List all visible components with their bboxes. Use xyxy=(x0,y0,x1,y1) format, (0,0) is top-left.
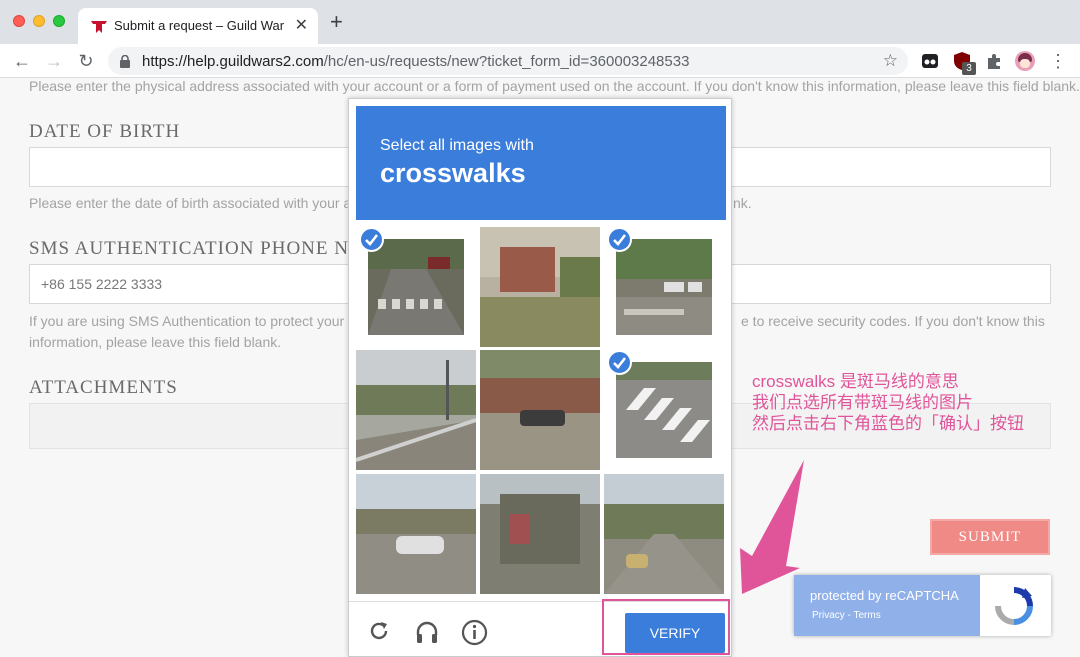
annotation-line-3: 然后点击右下角蓝色的「确认」按钮 xyxy=(752,414,1024,433)
captcha-target: crosswalks xyxy=(380,158,526,188)
url-host: https://help.guildwars2.com xyxy=(142,53,324,70)
back-icon[interactable]: ← xyxy=(10,49,34,73)
road-car-image xyxy=(356,474,476,594)
browser-toolbar: ← → ↻ https://help.guildwars2.com/hc/en-… xyxy=(0,44,1080,78)
recaptcha-badge-links[interactable]: Privacy - Terms xyxy=(812,610,881,621)
selected-check-icon xyxy=(359,227,384,252)
captcha-header: Select all images with crosswalks xyxy=(356,106,726,220)
sms-help-text-line2: information, please leave this field bla… xyxy=(29,334,282,350)
menu-icon[interactable]: ⋮ xyxy=(1046,49,1070,73)
plaza-image xyxy=(480,227,600,347)
captcha-instruction: Select all images with xyxy=(380,137,534,154)
reload-icon[interactable]: ↻ xyxy=(74,49,98,73)
annotation-line-1: crosswalks 是斑马线的意思 xyxy=(752,372,959,391)
guildwars-favicon-icon xyxy=(91,21,107,33)
recaptcha-badge[interactable]: protected by reCAPTCHA Privacy - Terms xyxy=(794,575,1051,636)
sms-help-text-right: e to receive security codes. If you don'… xyxy=(741,313,1045,329)
captcha-tile-8[interactable] xyxy=(480,474,600,594)
extension-icon[interactable] xyxy=(920,51,940,71)
lock-icon xyxy=(120,55,130,68)
bookmark-star-icon[interactable]: ☆ xyxy=(883,51,898,71)
sms-phone-label: SMS AUTHENTICATION PHONE N xyxy=(29,238,349,259)
puzzle-extensions-icon[interactable] xyxy=(984,51,1004,71)
extension-badge: 3 xyxy=(962,62,976,75)
storefront-image xyxy=(480,474,600,594)
address-help-text: Please enter the physical address associ… xyxy=(29,78,1080,94)
car-wall-image xyxy=(480,350,600,470)
highway-image xyxy=(604,474,724,594)
browser-titlebar: Submit a request – Guild Wars ✕ + xyxy=(0,0,1080,44)
dob-help-text-left: Please enter the date of birth associate… xyxy=(29,195,359,211)
browser-tab[interactable]: Submit a request – Guild Wars ✕ xyxy=(78,8,318,44)
sms-phone-value: +86 155 2222 3333 xyxy=(41,276,163,292)
selected-check-icon xyxy=(607,227,632,252)
url-path: /hc/en-us/requests/new?ticket_form_id=36… xyxy=(323,53,690,70)
tab-title: Submit a request – Guild Wars xyxy=(114,18,284,33)
captcha-tile-7[interactable] xyxy=(356,474,476,594)
annotation-arrow-icon xyxy=(740,460,804,594)
captcha-challenge: Select all images with crosswalks VERIFY xyxy=(348,98,733,657)
info-icon[interactable] xyxy=(461,619,488,646)
captcha-tile-2[interactable] xyxy=(480,227,600,347)
tab-close-icon[interactable]: ✕ xyxy=(295,15,308,35)
profile-avatar[interactable] xyxy=(1015,51,1035,71)
audio-challenge-icon[interactable] xyxy=(414,619,440,645)
verify-highlight-box xyxy=(602,599,730,655)
street-lights-image xyxy=(356,350,476,470)
captcha-tile-5[interactable] xyxy=(480,350,600,470)
annotation-line-2: 我们点选所有带斑马线的图片 xyxy=(752,393,973,412)
recaptcha-badge-text: protected by reCAPTCHA xyxy=(810,588,959,603)
close-window-button[interactable] xyxy=(13,15,25,27)
recaptcha-logo-icon xyxy=(995,587,1033,625)
maximize-window-button[interactable] xyxy=(53,15,65,27)
sms-help-text-left: If you are using SMS Authentication to p… xyxy=(29,313,356,329)
minimize-window-button[interactable] xyxy=(33,15,45,27)
dob-label: DATE OF BIRTH xyxy=(29,121,181,142)
forward-icon[interactable]: → xyxy=(42,49,66,73)
selected-check-icon xyxy=(607,350,632,375)
address-bar[interactable]: https://help.guildwars2.com/hc/en-us/req… xyxy=(108,47,908,75)
reload-challenge-icon[interactable] xyxy=(367,619,391,643)
recaptcha-badge-panel: protected by reCAPTCHA Privacy - Terms xyxy=(794,575,980,636)
attachments-label: ATTACHMENTS xyxy=(29,377,178,398)
url-text: https://help.guildwars2.com/hc/en-us/req… xyxy=(142,53,689,70)
new-tab-icon[interactable]: + xyxy=(330,11,343,33)
captcha-tile-4[interactable] xyxy=(356,350,476,470)
dob-help-text-right: nk. xyxy=(733,195,752,211)
captcha-tile-9[interactable] xyxy=(604,474,724,594)
submit-button[interactable]: SUBMIT xyxy=(930,519,1050,555)
